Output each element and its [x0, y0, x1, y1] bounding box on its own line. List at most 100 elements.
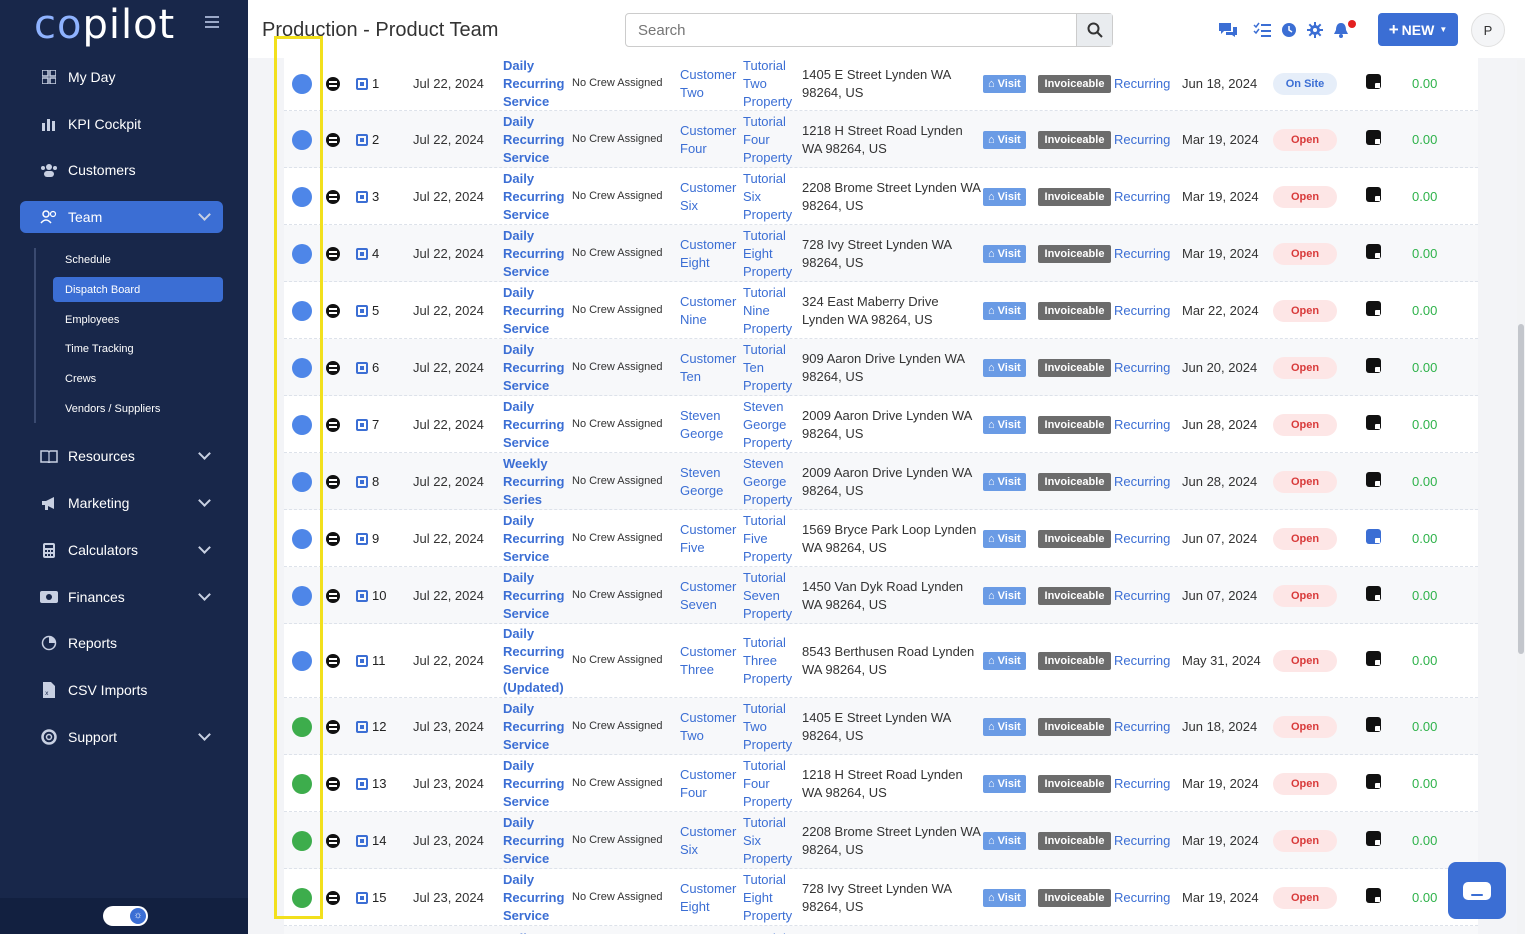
recurring-link[interactable]: Recurring	[1114, 76, 1170, 91]
table-row[interactable]: 12 Jul 23, 2024 Daily Recurring Service No …	[284, 698, 1478, 755]
note-icon[interactable]	[1366, 130, 1381, 145]
chat-icon[interactable]	[1218, 20, 1238, 40]
row-checkbox[interactable]	[356, 892, 368, 904]
table-row[interactable]: 13 Jul 23, 2024 Daily Recurring Service No …	[284, 755, 1478, 812]
row-checkbox[interactable]	[356, 305, 368, 317]
property-link[interactable]: Tutorial Seven Property	[743, 569, 799, 623]
row-checkbox[interactable]	[356, 778, 368, 790]
new-button[interactable]: + NEW ▼	[1378, 13, 1458, 46]
move-handle-icon[interactable]	[326, 77, 340, 91]
customer-link[interactable]: Steven George	[680, 407, 742, 443]
note-icon[interactable]	[1366, 586, 1381, 601]
property-link[interactable]: Tutorial Two Property	[743, 700, 799, 754]
service-name[interactable]: Daily Recurring Service	[503, 871, 569, 925]
note-icon[interactable]	[1366, 888, 1381, 903]
service-name[interactable]: Daily Recurring Service	[503, 700, 569, 754]
property-link[interactable]: Tutorial Three Property	[743, 634, 799, 688]
note-icon[interactable]	[1366, 529, 1381, 544]
move-handle-icon[interactable]	[326, 190, 340, 204]
customer-link[interactable]: Customer Eight	[680, 236, 742, 272]
service-name[interactable]: Daily	[503, 930, 569, 934]
search-button[interactable]	[1076, 14, 1112, 46]
service-name[interactable]: Daily Recurring Service	[503, 227, 569, 281]
service-name[interactable]: Daily Recurring Service	[503, 170, 569, 224]
customer-link[interactable]: Customer Eight	[680, 880, 742, 916]
row-checkbox[interactable]	[356, 191, 368, 203]
row-checkbox[interactable]	[356, 476, 368, 488]
service-name[interactable]: Daily Recurring Service	[503, 113, 569, 167]
service-name[interactable]: Daily Recurring Service	[503, 569, 569, 623]
customer-link[interactable]: Customer Nine	[680, 293, 742, 329]
table-row[interactable]: 6 Jul 22, 2024 Daily Recurring Service No C…	[284, 339, 1478, 396]
customer-link[interactable]: Customer Two	[680, 709, 742, 745]
table-row[interactable]: 11 Jul 22, 2024 Daily Recurring Service (U…	[284, 624, 1478, 698]
sidebar-item-support[interactable]: Support	[20, 721, 223, 753]
service-name[interactable]: Daily Recurring Service	[503, 341, 569, 395]
sidebar-item-calculators[interactable]: Calculators	[20, 534, 223, 566]
row-checkbox[interactable]	[356, 721, 368, 733]
customer-link[interactable]: Customer Two	[680, 66, 742, 102]
row-checkbox[interactable]	[356, 533, 368, 545]
sidebar-item-marketing[interactable]: Marketing	[20, 487, 223, 519]
note-icon[interactable]	[1366, 717, 1381, 732]
customer-link[interactable]: Customer Six	[680, 823, 742, 859]
move-handle-icon[interactable]	[326, 834, 340, 848]
note-icon[interactable]	[1366, 651, 1381, 666]
recurring-link[interactable]: Recurring	[1114, 833, 1170, 848]
service-name[interactable]: Daily Recurring Service (Updated)	[503, 625, 569, 697]
property-link[interactable]: Tutorial Four Property	[743, 757, 799, 811]
move-handle-icon[interactable]	[326, 654, 340, 668]
table-row[interactable]: 1 Jul 22, 2024 Daily Recurring Service No C…	[284, 58, 1478, 111]
hamburger-menu-icon[interactable]	[205, 16, 219, 28]
row-checkbox[interactable]	[356, 248, 368, 260]
scrollbar[interactable]	[1517, 60, 1525, 934]
sidebar-sub-dispatch-board[interactable]: Dispatch Board	[53, 277, 223, 302]
customer-link[interactable]: Customer Four	[680, 122, 742, 158]
table-row[interactable]: Daily Tutorial	[284, 926, 1478, 934]
property-link[interactable]: Tutorial Two Property	[743, 58, 799, 111]
property-link[interactable]: Tutorial Nine Property	[743, 284, 799, 338]
sidebar-item-kpi-cockpit[interactable]: KPI Cockpit	[20, 108, 223, 140]
scrollbar-thumb[interactable]	[1518, 324, 1524, 654]
move-handle-icon[interactable]	[326, 475, 340, 489]
move-handle-icon[interactable]	[326, 247, 340, 261]
recurring-link[interactable]: Recurring	[1114, 360, 1170, 375]
note-icon[interactable]	[1366, 774, 1381, 789]
note-icon[interactable]	[1366, 244, 1381, 259]
note-icon[interactable]	[1366, 415, 1381, 430]
table-row[interactable]: 8 Jul 22, 2024 Weekly Recurring Series No C…	[284, 453, 1478, 510]
recurring-link[interactable]: Recurring	[1114, 246, 1170, 261]
sidebar-item-customers[interactable]: Customers	[20, 154, 223, 186]
move-handle-icon[interactable]	[326, 304, 340, 318]
property-link[interactable]: Tutorial Ten Property	[743, 341, 799, 395]
avatar[interactable]: P	[1471, 13, 1505, 47]
table-row[interactable]: 15 Jul 23, 2024 Daily Recurring Service No …	[284, 869, 1478, 926]
customer-link[interactable]: Customer Seven	[680, 578, 742, 614]
sidebar-item-csv-imports[interactable]: x CSV Imports	[20, 674, 223, 706]
recurring-link[interactable]: Recurring	[1114, 531, 1170, 546]
move-handle-icon[interactable]	[326, 418, 340, 432]
sidebar-sub-schedule[interactable]: Schedule	[53, 247, 223, 272]
note-icon[interactable]	[1366, 358, 1381, 373]
recurring-link[interactable]: Recurring	[1114, 588, 1170, 603]
table-row[interactable]: 14 Jul 23, 2024 Daily Recurring Service No …	[284, 812, 1478, 869]
table-row[interactable]: 9 Jul 22, 2024 Daily Recurring Service No C…	[284, 510, 1478, 567]
table-row[interactable]: 10 Jul 22, 2024 Daily Recurring Service No …	[284, 567, 1478, 624]
customer-link[interactable]: Customer Ten	[680, 350, 742, 386]
table-row[interactable]: 4 Jul 22, 2024 Daily Recurring Service No C…	[284, 225, 1478, 282]
move-handle-icon[interactable]	[326, 589, 340, 603]
service-name[interactable]: Daily Recurring Service	[503, 814, 569, 868]
row-checkbox[interactable]	[356, 590, 368, 602]
sidebar-item-team[interactable]: Team	[20, 201, 223, 233]
service-name[interactable]: Daily Recurring Service	[503, 512, 569, 566]
row-checkbox[interactable]	[356, 419, 368, 431]
chat-widget-button[interactable]	[1448, 862, 1506, 919]
move-handle-icon[interactable]	[326, 532, 340, 546]
recurring-link[interactable]: Recurring	[1114, 776, 1170, 791]
customer-link[interactable]: Steven George	[680, 464, 742, 500]
sidebar-item-my-day[interactable]: My Day	[20, 61, 223, 93]
customer-link[interactable]: Customer Four	[680, 766, 742, 802]
service-name[interactable]: Daily Recurring Service	[503, 58, 569, 111]
copilot-logo[interactable]: copilot	[34, 2, 175, 48]
search-input[interactable]	[626, 14, 1066, 46]
